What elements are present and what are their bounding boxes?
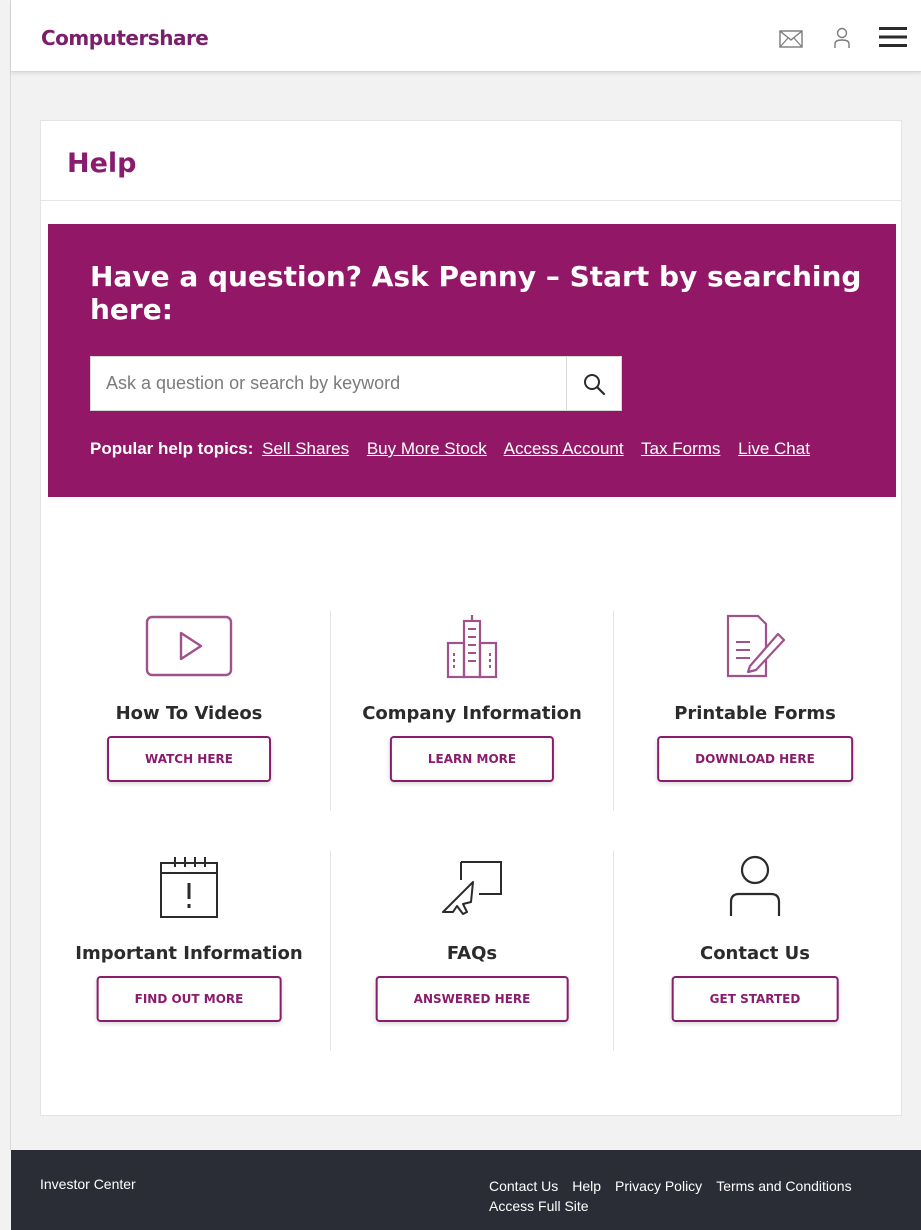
footer-link-access-full-site[interactable]: Access Full Site [489, 1198, 589, 1214]
mail-icon[interactable] [779, 30, 803, 53]
tile-contact-us: Contact Us GET STARTED [614, 851, 896, 1051]
footer-brand: Investor Center [40, 1176, 136, 1192]
person-icon [614, 851, 896, 921]
tile-printable-forms: Printable Forms DOWNLOAD HERE [614, 611, 896, 811]
tile-label: Important Information [75, 943, 303, 964]
watch-here-button[interactable]: WATCH HERE [107, 736, 271, 782]
topic-link-buy-more-stock[interactable]: Buy More Stock [367, 439, 487, 458]
window-edge [0, 0, 11, 1150]
topic-link-access-account[interactable]: Access Account [504, 439, 624, 458]
popular-topics: Popular help topics: Sell Shares Buy Mor… [90, 439, 823, 459]
search-box [90, 356, 622, 411]
topic-link-tax-forms[interactable]: Tax Forms [641, 439, 720, 458]
get-started-button[interactable]: GET STARTED [671, 976, 839, 1022]
help-card: Help Have a question? Ask Penny – Start … [40, 120, 902, 1116]
ask-penny-banner: Have a question? Ask Penny – Start by se… [48, 224, 896, 497]
tile-label: Printable Forms [674, 703, 836, 724]
menu-icon[interactable] [879, 26, 907, 53]
tile-faqs: FAQs ANSWERED HERE [331, 851, 613, 1051]
calendar-alert-icon [48, 851, 330, 921]
building-icon [331, 611, 613, 681]
page-title: Help [67, 148, 137, 179]
help-tiles-grid: How To Videos WATCH HERE Company Informa… [48, 611, 896, 1051]
learn-more-button[interactable]: LEARN MORE [389, 736, 555, 782]
find-out-more-button[interactable]: FIND OUT MORE [96, 976, 282, 1022]
tile-important-information: Important Information FIND OUT MORE [48, 851, 330, 1051]
tile-company-information: Company Information LEARN MORE [331, 611, 613, 811]
top-navigation-bar: Computershare [11, 0, 921, 72]
topic-link-live-chat[interactable]: Live Chat [738, 439, 810, 458]
search-input[interactable] [91, 357, 566, 410]
answered-here-button[interactable]: ANSWERED HERE [375, 976, 569, 1022]
tile-label: Contact Us [699, 943, 810, 964]
computershare-logo[interactable]: Computershare [41, 26, 209, 50]
cursor-screen-icon [331, 851, 613, 921]
search-button[interactable] [566, 357, 621, 410]
card-header: Help [41, 121, 901, 201]
tile-label: How To Videos [115, 703, 263, 724]
download-here-button[interactable]: DOWNLOAD HERE [657, 736, 853, 782]
footer-link-terms[interactable]: Terms and Conditions [716, 1178, 851, 1194]
footer: Investor Center Contact Us Help Privacy Po… [11, 1150, 921, 1230]
footer-link-privacy-policy[interactable]: Privacy Policy [615, 1178, 702, 1194]
tile-how-to-videos: How To Videos WATCH HERE [48, 611, 330, 811]
topic-link-sell-shares[interactable]: Sell Shares [262, 439, 349, 458]
video-play-icon [48, 611, 330, 681]
form-pen-icon [614, 611, 896, 681]
search-icon [584, 373, 606, 395]
footer-links: Contact Us Help Privacy Policy Terms and Co… [489, 1176, 909, 1216]
tile-label: Company Information [362, 703, 582, 724]
footer-link-contact-us[interactable]: Contact Us [489, 1178, 558, 1194]
user-icon[interactable] [833, 27, 851, 54]
tile-label: FAQs [446, 943, 498, 964]
popular-topics-label: Popular help topics: [90, 439, 254, 458]
hero-title: Have a question? Ask Penny – Start by se… [90, 260, 862, 326]
footer-link-help[interactable]: Help [572, 1178, 601, 1194]
